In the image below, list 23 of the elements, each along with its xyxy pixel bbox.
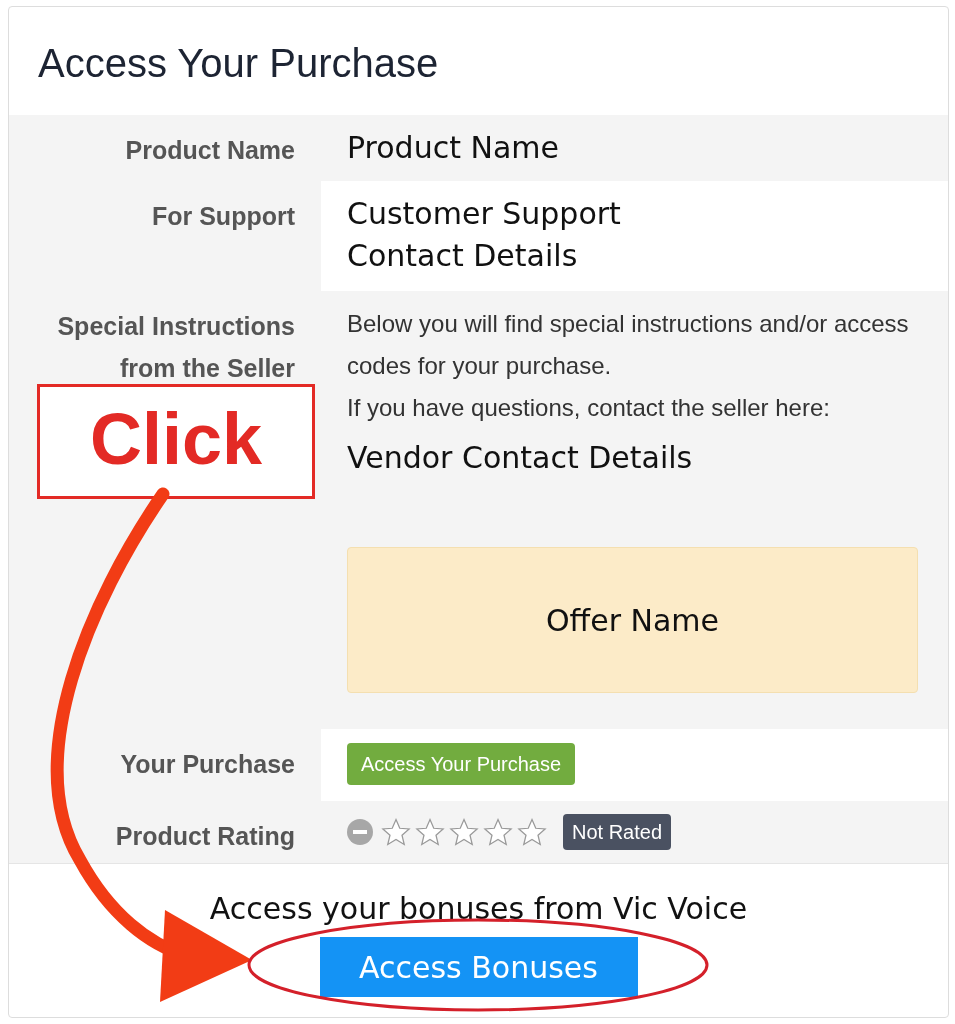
field-label: Your Purchase bbox=[120, 750, 295, 778]
star-icon[interactable] bbox=[483, 817, 513, 847]
rating-badge: Not Rated bbox=[563, 814, 672, 850]
star-icon[interactable] bbox=[517, 817, 547, 847]
access-bonuses-button[interactable]: Access Bonuses bbox=[319, 937, 638, 997]
field-label: Product Name bbox=[125, 136, 295, 164]
remove-rating-icon[interactable] bbox=[347, 819, 373, 845]
vendor-contact: Vendor Contact Details bbox=[347, 439, 694, 477]
click-callout: Click bbox=[37, 384, 315, 499]
star-icon[interactable] bbox=[415, 817, 445, 847]
access-purchase-button[interactable]: Access Your Purchase bbox=[347, 743, 576, 785]
field-label: Product Rating bbox=[115, 822, 295, 850]
field-value: Customer Support Contact Details bbox=[347, 195, 622, 275]
star-icon[interactable] bbox=[449, 817, 479, 847]
field-label: Special Instructions from the Seller bbox=[57, 312, 295, 382]
bonus-text: Access your bonuses from Vic Voice bbox=[208, 890, 749, 928]
instruction-text: Below you will find special instructions and/or access codes for your purchase. bbox=[347, 309, 910, 381]
offer-box: Offer Name bbox=[347, 547, 918, 693]
card-title: Access Your Purchase bbox=[37, 40, 440, 87]
field-value: Product Name bbox=[347, 129, 560, 167]
field-label: For Support bbox=[151, 202, 295, 230]
star-icon[interactable] bbox=[381, 817, 411, 847]
instruction-text: If you have questions, contact the seller here: bbox=[347, 393, 831, 423]
